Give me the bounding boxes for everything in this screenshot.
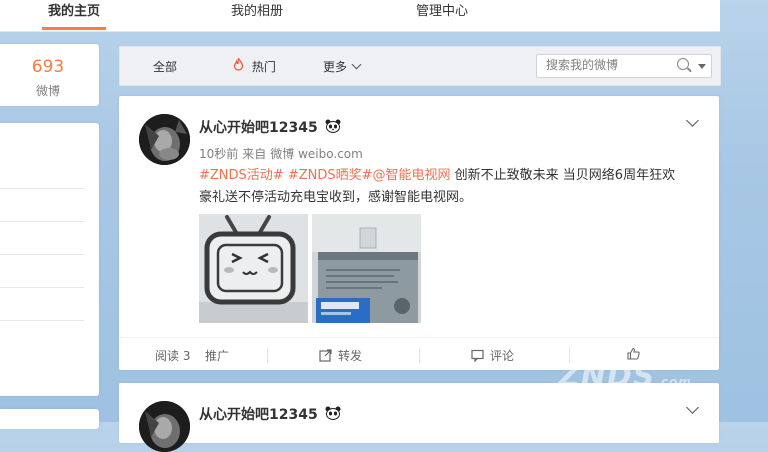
- search-dropdown-caret-icon[interactable]: [698, 64, 706, 69]
- post-menu-chevron-icon[interactable]: [686, 114, 699, 127]
- watermark-suffix: .com: [655, 375, 692, 389]
- profile-stats-card: 693 微博: [0, 44, 99, 106]
- repost-button[interactable]: 转发: [319, 347, 362, 365]
- post-time[interactable]: 10秒前: [199, 147, 238, 161]
- post-author-name[interactable]: 从心开始吧12345: [199, 117, 341, 137]
- filter-all[interactable]: 全部: [153, 58, 177, 75]
- top-nav: 我的主页 我的相册 管理中心: [0, 0, 720, 32]
- tab-management-center[interactable]: 管理中心: [416, 0, 468, 30]
- author-name-text: 从心开始吧12345: [199, 407, 318, 423]
- search-icon[interactable]: [677, 58, 689, 70]
- post-source[interactable]: 微博 weibo.com: [270, 147, 363, 161]
- feed-filter-bar: 全部 热门 更多: [119, 46, 721, 86]
- post-image-thumbnail[interactable]: [312, 214, 421, 323]
- avatar[interactable]: [139, 401, 190, 452]
- watermark-text: ZNDS: [558, 359, 656, 394]
- search-box: [536, 54, 712, 78]
- chevron-down-icon: [351, 59, 362, 70]
- topic-tag[interactable]: #ZNDS活动#: [199, 168, 284, 183]
- weibo-count[interactable]: 693: [0, 57, 96, 77]
- author-name-text: 从心开始吧12345: [199, 120, 318, 136]
- divider: [267, 347, 268, 363]
- search-input[interactable]: [537, 55, 676, 75]
- divider: [419, 347, 420, 363]
- promote-button[interactable]: 推广: [205, 347, 229, 364]
- feed-post: 从心开始吧12345 10秒前 来自 微博 weibo.com #ZNDS活动# #…: [119, 96, 719, 370]
- mention-link[interactable]: @智能电视网: [373, 168, 451, 183]
- post-source-prefix: 来自: [242, 147, 267, 161]
- topic-tag[interactable]: #ZNDS晒奖#: [288, 168, 373, 183]
- post-author-name[interactable]: 从心开始吧12345: [199, 404, 341, 424]
- divider: [0, 254, 84, 255]
- filter-hot-label: 热门: [251, 60, 276, 74]
- filter-hot[interactable]: 热门: [233, 56, 276, 75]
- post-meta: 10秒前 来自 微博 weibo.com: [199, 145, 367, 162]
- divider: [0, 320, 84, 321]
- fire-icon: [233, 56, 248, 74]
- weibo-count-label: 微博: [35, 84, 60, 98]
- repost-label: 转发: [338, 349, 363, 363]
- post-content: #ZNDS活动# #ZNDS晒奖#@智能电视网 创新不止致敬未来 当贝网络6周年…: [199, 165, 699, 209]
- filter-more-label: 更多: [323, 60, 348, 74]
- tab-management-label: 管理中心: [416, 4, 469, 19]
- divider: [0, 287, 84, 288]
- post-image-thumbnail[interactable]: [199, 214, 308, 323]
- active-tab-underline: [42, 27, 107, 30]
- post-text-line2: 豪礼送不停活动充电宝收到，感谢智能电视网。: [199, 190, 473, 205]
- comment-button[interactable]: 评论: [471, 347, 514, 365]
- tab-my-album[interactable]: 我的相册: [231, 0, 283, 30]
- tab-my-home-label: 我的主页: [48, 4, 101, 19]
- post-text-line1: 创新不止致敬未来 当贝网络6周年狂欢: [450, 168, 676, 183]
- tab-my-album-label: 我的相册: [231, 4, 284, 19]
- left-sidebar-card-bottom: [0, 409, 99, 429]
- comment-icon: [471, 349, 484, 365]
- panda-badge-icon: [325, 406, 341, 424]
- divider: [0, 221, 84, 222]
- left-sidebar-list: [0, 123, 99, 396]
- read-count: 阅读 3: [155, 349, 191, 363]
- tab-my-home[interactable]: 我的主页: [42, 0, 107, 30]
- panda-badge-icon: [325, 119, 341, 137]
- comment-label: 评论: [490, 349, 515, 363]
- filter-more-dropdown[interactable]: 更多: [323, 58, 362, 75]
- post-menu-chevron-icon[interactable]: [686, 401, 699, 414]
- divider: [0, 188, 84, 189]
- repost-icon: [319, 349, 332, 365]
- znds-watermark: ZNDS.com: [558, 359, 692, 394]
- avatar[interactable]: [139, 114, 190, 165]
